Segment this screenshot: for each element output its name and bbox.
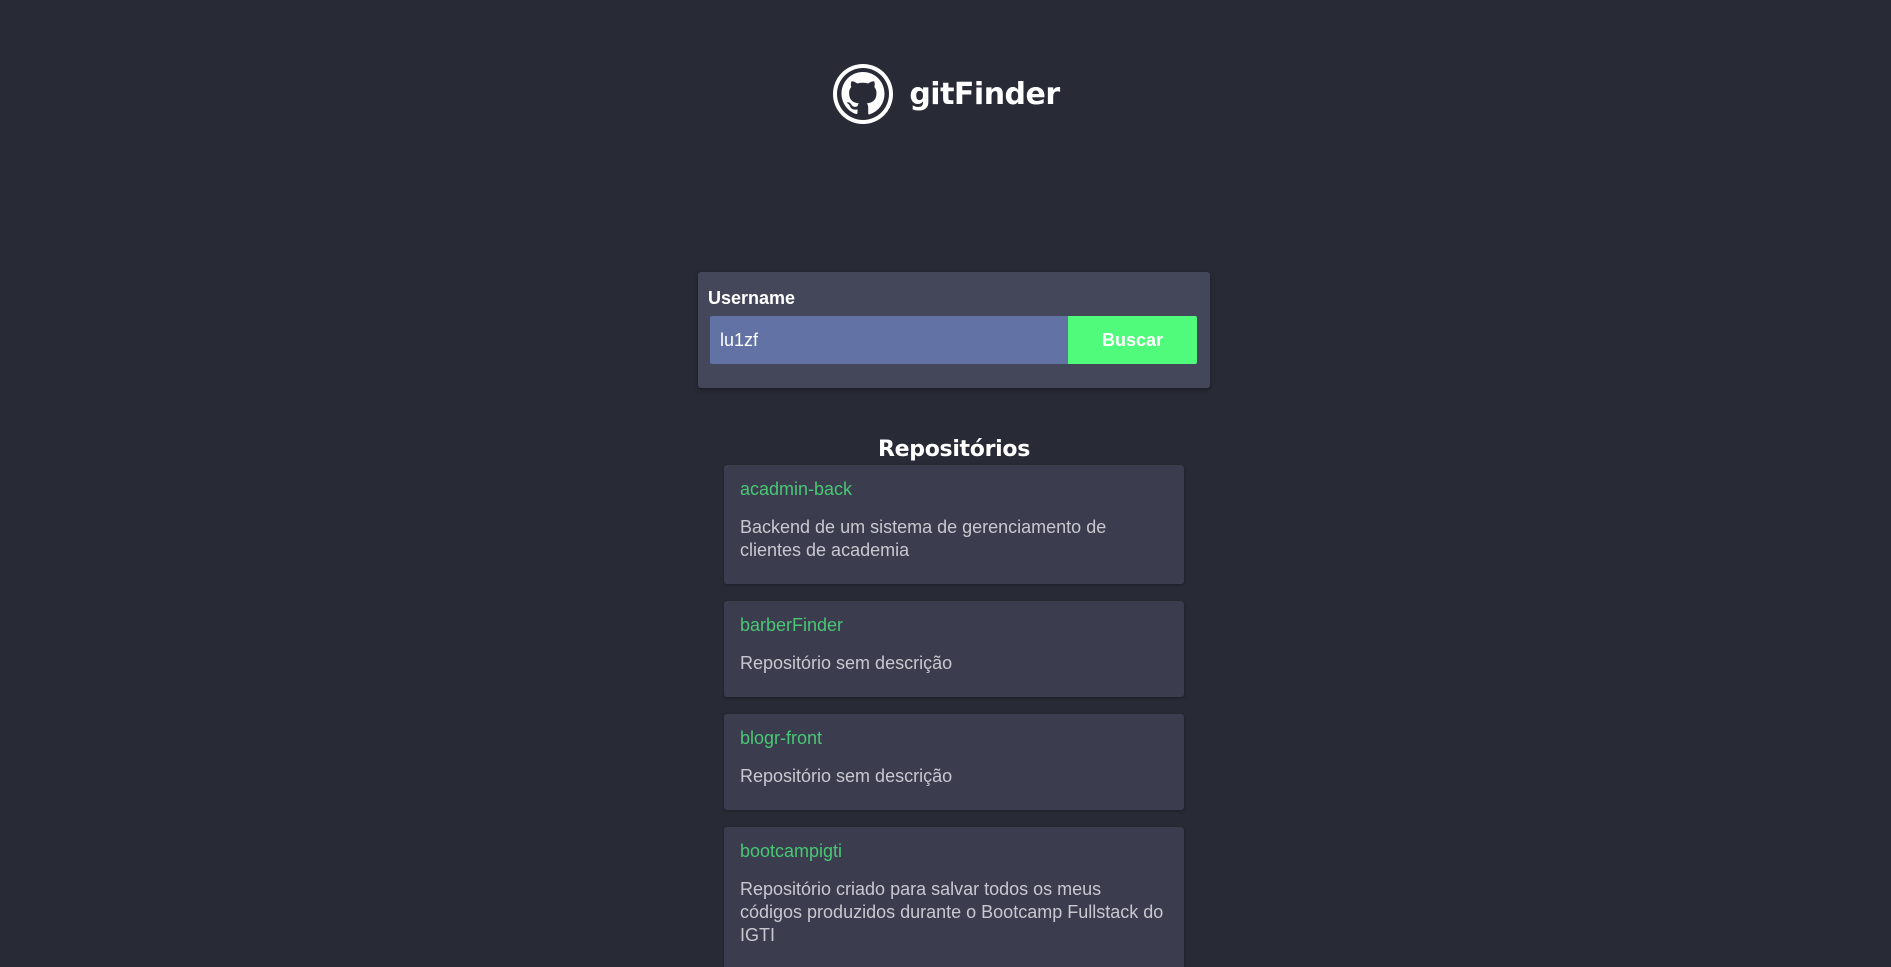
username-input[interactable] <box>710 316 1068 364</box>
app-title: gitFinder <box>909 76 1060 112</box>
repo-name-link[interactable]: barberFinder <box>740 614 843 636</box>
repo-name-link[interactable]: acadmin-back <box>740 478 852 500</box>
list-item: acadmin-back Backend de um sistema de ge… <box>724 465 1184 584</box>
list-item: blogr-front Repositório sem descrição <box>724 714 1184 810</box>
list-item: barberFinder Repositório sem descrição <box>724 601 1184 697</box>
repo-name-link[interactable]: blogr-front <box>740 727 822 749</box>
repo-description: Backend de um sistema de gerenciamento d… <box>740 517 1107 560</box>
username-label: Username <box>708 288 796 308</box>
list-item: bootcampigti Repositório criado para sal… <box>724 827 1184 967</box>
search-button[interactable]: Buscar <box>1068 316 1197 364</box>
search-form: Username Buscar <box>698 272 1210 388</box>
repo-name-link[interactable]: bootcampigti <box>740 840 842 862</box>
repo-description: Repositório sem descrição <box>740 766 953 786</box>
repo-description: Repositório sem descrição <box>740 653 953 673</box>
github-logo-icon <box>833 64 894 124</box>
app-header: gitFinder <box>0 62 1891 126</box>
search-row: Buscar <box>710 316 1197 364</box>
repositories-heading: Repositórios <box>878 437 1030 463</box>
repo-description: Repositório criado para salvar todos os … <box>740 879 1164 945</box>
repository-list: acadmin-back Backend de um sistema de ge… <box>724 465 1184 967</box>
page: gitFinder Username Buscar Repositórios a… <box>0 0 1891 967</box>
